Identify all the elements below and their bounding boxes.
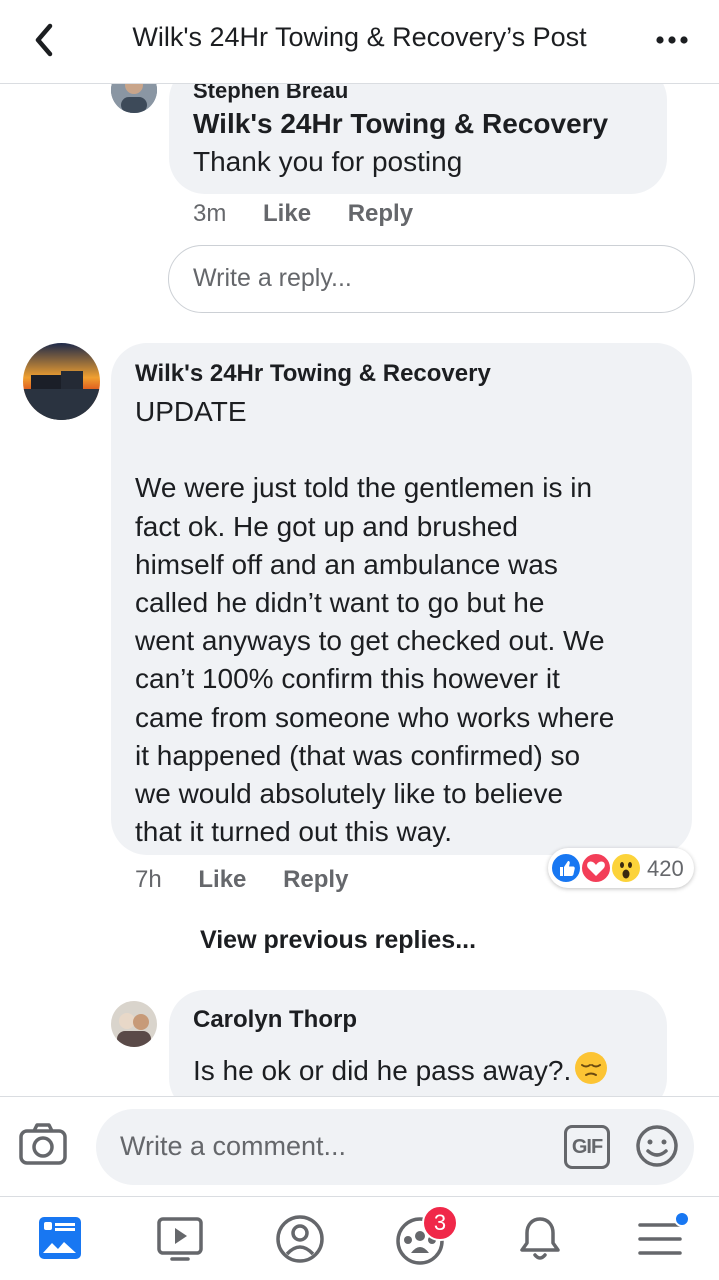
more-horizontal-icon — [656, 36, 688, 44]
camera-button[interactable] — [18, 1121, 68, 1167]
avatar-stephen-breau[interactable] — [111, 84, 157, 113]
comment-author[interactable]: Carolyn Thorp — [193, 1006, 357, 1034]
like-button[interactable]: Like — [263, 200, 311, 227]
menu-notification-dot — [674, 1211, 690, 1227]
comment-line: himself off and an ambulance was — [135, 548, 558, 580]
tab-watch[interactable] — [150, 1211, 210, 1267]
comment-meta: 7h Like Reply — [135, 866, 378, 894]
wow-reaction-icon — [610, 852, 642, 884]
comment-text: Is he ok or did he pass away?. — [193, 1050, 609, 1087]
comment-line: fact ok. He got up and brushed — [135, 510, 518, 542]
tow-truck-sunset-photo-icon — [23, 343, 100, 420]
tab-profile[interactable] — [270, 1211, 330, 1267]
comment-bubble-stephen-breau[interactable]: Stephen Breau Wilk's 24Hr Towing & Recov… — [169, 84, 667, 194]
back-button[interactable] — [28, 20, 64, 60]
comment-bubble-carolyn-thorp[interactable]: Carolyn Thorp Is he ok or did he pass aw… — [169, 990, 667, 1096]
comment-time: 7h — [135, 866, 162, 893]
comments-feed[interactable]: Stephen Breau Wilk's 24Hr Towing & Recov… — [0, 84, 719, 1096]
person-photo-icon — [111, 84, 157, 113]
like-button[interactable]: Like — [198, 866, 246, 893]
chevron-left-icon — [35, 23, 53, 57]
reply-button[interactable]: Reply — [283, 866, 348, 893]
comment-line: UPDATE — [135, 396, 247, 427]
profile-icon — [276, 1215, 324, 1263]
camera-icon — [19, 1123, 67, 1165]
comment-mention[interactable]: Wilk's 24Hr Towing & Recovery — [193, 108, 608, 140]
tab-notifications[interactable] — [510, 1211, 570, 1267]
comment-time: 3m — [193, 200, 227, 227]
comment-line: went anyways to get checked out. We — [135, 625, 605, 657]
comment-line: can’t 100% confirm this however it — [135, 663, 560, 695]
comment-input[interactable]: Write a comment... GIF — [96, 1109, 694, 1185]
notifications-icon — [520, 1217, 560, 1260]
comment-line: we would absolutely like to believe — [135, 777, 564, 809]
comment-text-body: Is he ok or did he pass away?. — [193, 1055, 572, 1086]
love-reaction-icon — [580, 852, 612, 884]
comment-line: that it turned out this way. — [135, 816, 452, 848]
reaction-count: 420 — [647, 856, 684, 881]
bottom-tab-bar: 3 — [0, 1196, 719, 1280]
reply-input-placeholder: Write a reply... — [193, 264, 352, 292]
watch-icon — [157, 1217, 203, 1261]
comment-input-placeholder: Write a comment... — [120, 1131, 347, 1161]
post-header: Wilk's 24Hr Towing & Recovery’s Post — [0, 0, 719, 84]
avatar-carolyn-thorp[interactable] — [111, 1001, 157, 1047]
comment-author[interactable]: Wilk's 24Hr Towing & Recovery — [135, 360, 491, 388]
avatar-wilks-towing[interactable] — [23, 343, 100, 420]
two-people-photo-icon — [111, 1001, 157, 1047]
comment-composer: Write a comment... GIF — [0, 1096, 719, 1196]
news-feed-icon — [39, 1217, 81, 1259]
comment-meta: 3m Like Reply — [193, 200, 443, 228]
gif-button[interactable]: GIF — [564, 1125, 610, 1169]
comment-author[interactable]: Stephen Breau — [193, 84, 348, 104]
smiley-icon — [636, 1125, 678, 1167]
comment-line — [135, 431, 614, 469]
comment-text: Thank you for posting — [193, 146, 463, 177]
comment-line: We were just told the gentlemen is in — [135, 472, 593, 504]
comment-bubble-wilks[interactable]: Wilk's 24Hr Towing & Recovery UPDATE We … — [111, 343, 692, 855]
reply-input[interactable]: Write a reply... — [168, 245, 695, 313]
comment-line: came from someone who works where — [135, 701, 615, 733]
reply-button[interactable]: Reply — [348, 200, 413, 227]
page-title: Wilk's 24Hr Towing & Recovery’s Post — [132, 22, 587, 52]
like-reaction-icon — [550, 852, 582, 884]
tab-news-feed[interactable] — [30, 1211, 90, 1267]
comment-line: it happened (that was confirmed) so — [135, 739, 581, 771]
pensive-face-emoji — [575, 1052, 608, 1084]
comment-text: UPDATE We were just told the gentlemen i… — [135, 393, 614, 851]
groups-notification-badge: 3 — [422, 1205, 458, 1241]
view-previous-replies-link[interactable]: View previous replies... — [200, 926, 476, 955]
comment-line: called he didn’t want to go but he — [135, 586, 545, 618]
reactions-summary[interactable]: 420 — [548, 848, 694, 888]
emoji-button[interactable] — [634, 1123, 680, 1169]
more-options-button[interactable] — [653, 30, 693, 50]
